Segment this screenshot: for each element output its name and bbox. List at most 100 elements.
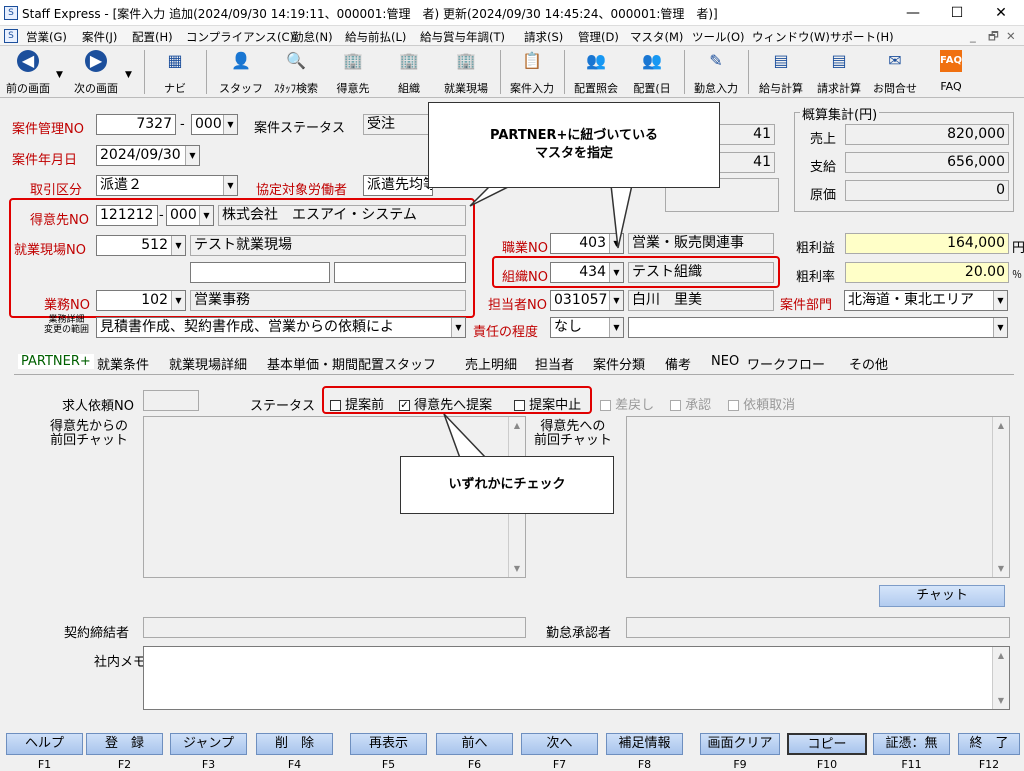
back-button[interactable]: ◀ 前の画面: [0, 48, 56, 96]
tab-partner[interactable]: PARTNER+: [18, 354, 94, 369]
tab-workflow[interactable]: ワークフロー: [744, 354, 828, 373]
prev-button[interactable]: 前へ: [436, 733, 513, 755]
memo-textarea[interactable]: ▲ ▼: [143, 646, 1010, 710]
jump-button[interactable]: ジャンプ: [170, 733, 247, 755]
scroll-down-icon[interactable]: ▼: [993, 696, 1009, 705]
chevron-down-icon[interactable]: ▼: [451, 318, 465, 337]
menu-support[interactable]: サポート(H): [830, 29, 894, 45]
menu-payroll[interactable]: 給与賞与年調(T): [420, 29, 505, 45]
staff-search-button[interactable]: 🔍 ｽﾀｯﾌ検索: [266, 48, 326, 96]
faq-button[interactable]: FAQ FAQ: [926, 48, 976, 96]
client-sub-select[interactable]: 000 ▼: [166, 205, 214, 226]
tab-site-detail[interactable]: 就業現場詳細: [166, 354, 250, 373]
delete-button[interactable]: 削 除: [256, 733, 333, 755]
scroll-up-icon[interactable]: ▲: [993, 421, 1009, 430]
help-button[interactable]: ヘルプ: [6, 733, 83, 755]
trade-select[interactable]: 派遣２ ▼: [96, 175, 238, 196]
menu-advance[interactable]: 給与前払(L): [345, 29, 406, 45]
menu-attendance[interactable]: 勤怠(N): [292, 29, 333, 45]
resp-select[interactable]: なし ▼: [550, 317, 624, 338]
client-button[interactable]: 🏢 得意先: [326, 48, 380, 96]
menu-sales[interactable]: 営業(G): [26, 29, 67, 45]
chevron-down-icon[interactable]: ▼: [185, 146, 199, 165]
tab-work-conditions[interactable]: 就業条件: [94, 354, 152, 373]
tab-notes[interactable]: 備考: [662, 354, 694, 373]
tab-unit-price[interactable]: 基本単価・期間配置スタッフ: [264, 354, 439, 373]
menu-tools[interactable]: ツール(O): [692, 29, 745, 45]
next-button[interactable]: ▶ 次の画面: [68, 48, 124, 96]
org-button[interactable]: 🏢 組織: [384, 48, 434, 96]
chat-to-scrollbar[interactable]: ▲ ▼: [992, 417, 1009, 577]
tab-other[interactable]: その他: [846, 354, 891, 373]
tab-staff[interactable]: 担当者: [532, 354, 577, 373]
chat-to-textarea[interactable]: ▲ ▼: [626, 416, 1010, 578]
maximize-button[interactable]: ☐: [937, 2, 977, 24]
site-extra-field-1[interactable]: [190, 262, 330, 283]
tab-sales-detail[interactable]: 売上明細: [462, 354, 520, 373]
case-sub-select[interactable]: 000 ▼: [191, 114, 238, 135]
chevron-down-icon[interactable]: ▼: [609, 318, 623, 337]
case-input-button[interactable]: 📋 案件入力: [504, 48, 560, 96]
chat-button[interactable]: チャット: [879, 585, 1005, 607]
scope-select[interactable]: 見積書作成、契約書作成、営業からの依頼によ ▼: [96, 317, 466, 338]
menu-master[interactable]: マスタ(M): [630, 29, 683, 45]
close-button[interactable]: ✕: [981, 2, 1021, 24]
menu-placement[interactable]: 配置(H): [132, 29, 173, 45]
payroll-button[interactable]: ▤ 給与計算: [752, 48, 810, 96]
chevron-down-icon[interactable]: ▼: [171, 236, 185, 255]
staff-no-input[interactable]: 031057 ▼: [550, 290, 624, 311]
tab-case-category[interactable]: 案件分類: [590, 354, 648, 373]
billing-button[interactable]: ▤ 請求計算: [810, 48, 868, 96]
next-record-button[interactable]: 次へ: [521, 733, 598, 755]
scroll-down-icon[interactable]: ▼: [509, 564, 525, 573]
mdi-close-button[interactable]: ✕: [1006, 29, 1016, 43]
menu-compliance[interactable]: コンプライアンス(C): [186, 29, 294, 45]
copy-button[interactable]: コピー: [787, 733, 867, 755]
chevron-down-icon[interactable]: ▼: [993, 318, 1007, 337]
memo-scrollbar[interactable]: ▲ ▼: [992, 647, 1009, 709]
menu-case[interactable]: 案件(J): [82, 29, 117, 45]
duty-no-input[interactable]: 102 ▼: [96, 290, 186, 311]
scroll-down-icon[interactable]: ▼: [993, 564, 1009, 573]
chevron-down-icon[interactable]: ▼: [993, 291, 1007, 310]
tab-neo[interactable]: NEO: [708, 354, 742, 369]
refresh-button[interactable]: 再表示: [350, 733, 427, 755]
status-before-option[interactable]: 提案前: [330, 394, 384, 413]
case-no-input[interactable]: 7327: [96, 114, 176, 135]
resp-detail-select[interactable]: ▼: [628, 317, 1008, 338]
back-dropdown-icon[interactable]: ▼: [56, 70, 63, 80]
exit-button[interactable]: 終 了: [958, 733, 1020, 755]
menu-billing[interactable]: 請求(S): [524, 29, 563, 45]
date-input[interactable]: 2024/09/30 ▼: [96, 145, 200, 166]
scroll-up-icon[interactable]: ▲: [993, 651, 1009, 660]
chevron-down-icon[interactable]: ▼: [223, 176, 237, 195]
site-button[interactable]: 🏢 就業現場: [436, 48, 496, 96]
profit-label: 粗利益: [796, 241, 836, 256]
status-before-checkbox[interactable]: [330, 400, 341, 411]
site-extra-field-2[interactable]: [334, 262, 466, 283]
placement-day-button[interactable]: 👥 配置(日: [624, 48, 680, 96]
next-dropdown-icon[interactable]: ▼: [125, 70, 132, 80]
navi-button[interactable]: ▦ ナビ: [152, 48, 198, 96]
chevron-down-icon[interactable]: ▼: [223, 115, 237, 134]
chevron-down-icon[interactable]: ▼: [609, 291, 623, 310]
clear-screen-button[interactable]: 画面クリア: [700, 733, 780, 755]
org-no-input[interactable]: 434 ▼: [550, 262, 624, 283]
chevron-down-icon[interactable]: ▼: [609, 263, 623, 282]
chevron-down-icon[interactable]: ▼: [171, 291, 185, 310]
menu-window[interactable]: ウィンドウ(W): [752, 29, 830, 45]
client-no-input[interactable]: 121212: [96, 205, 158, 226]
mdi-minimize-button[interactable]: _: [970, 29, 976, 43]
site-no-input[interactable]: 512 ▼: [96, 235, 186, 256]
staff-button[interactable]: 👤 スタッフ: [214, 48, 268, 96]
attendance-button[interactable]: ✎ 勤怠入力: [688, 48, 744, 96]
dept-select[interactable]: 北海道・東北エリア ▼: [844, 290, 1008, 311]
supplement-button[interactable]: 補足情報: [606, 733, 683, 755]
chevron-down-icon[interactable]: ▼: [199, 206, 213, 225]
placement-ref-button[interactable]: 👥 配置照会: [568, 48, 624, 96]
register-button[interactable]: 登 録: [86, 733, 163, 755]
menu-admin[interactable]: 管理(D): [578, 29, 619, 45]
evidence-button[interactable]: 証憑：無: [873, 733, 950, 755]
minimize-button[interactable]: —: [893, 2, 933, 24]
contact-button[interactable]: ✉ お問合せ: [868, 48, 922, 96]
